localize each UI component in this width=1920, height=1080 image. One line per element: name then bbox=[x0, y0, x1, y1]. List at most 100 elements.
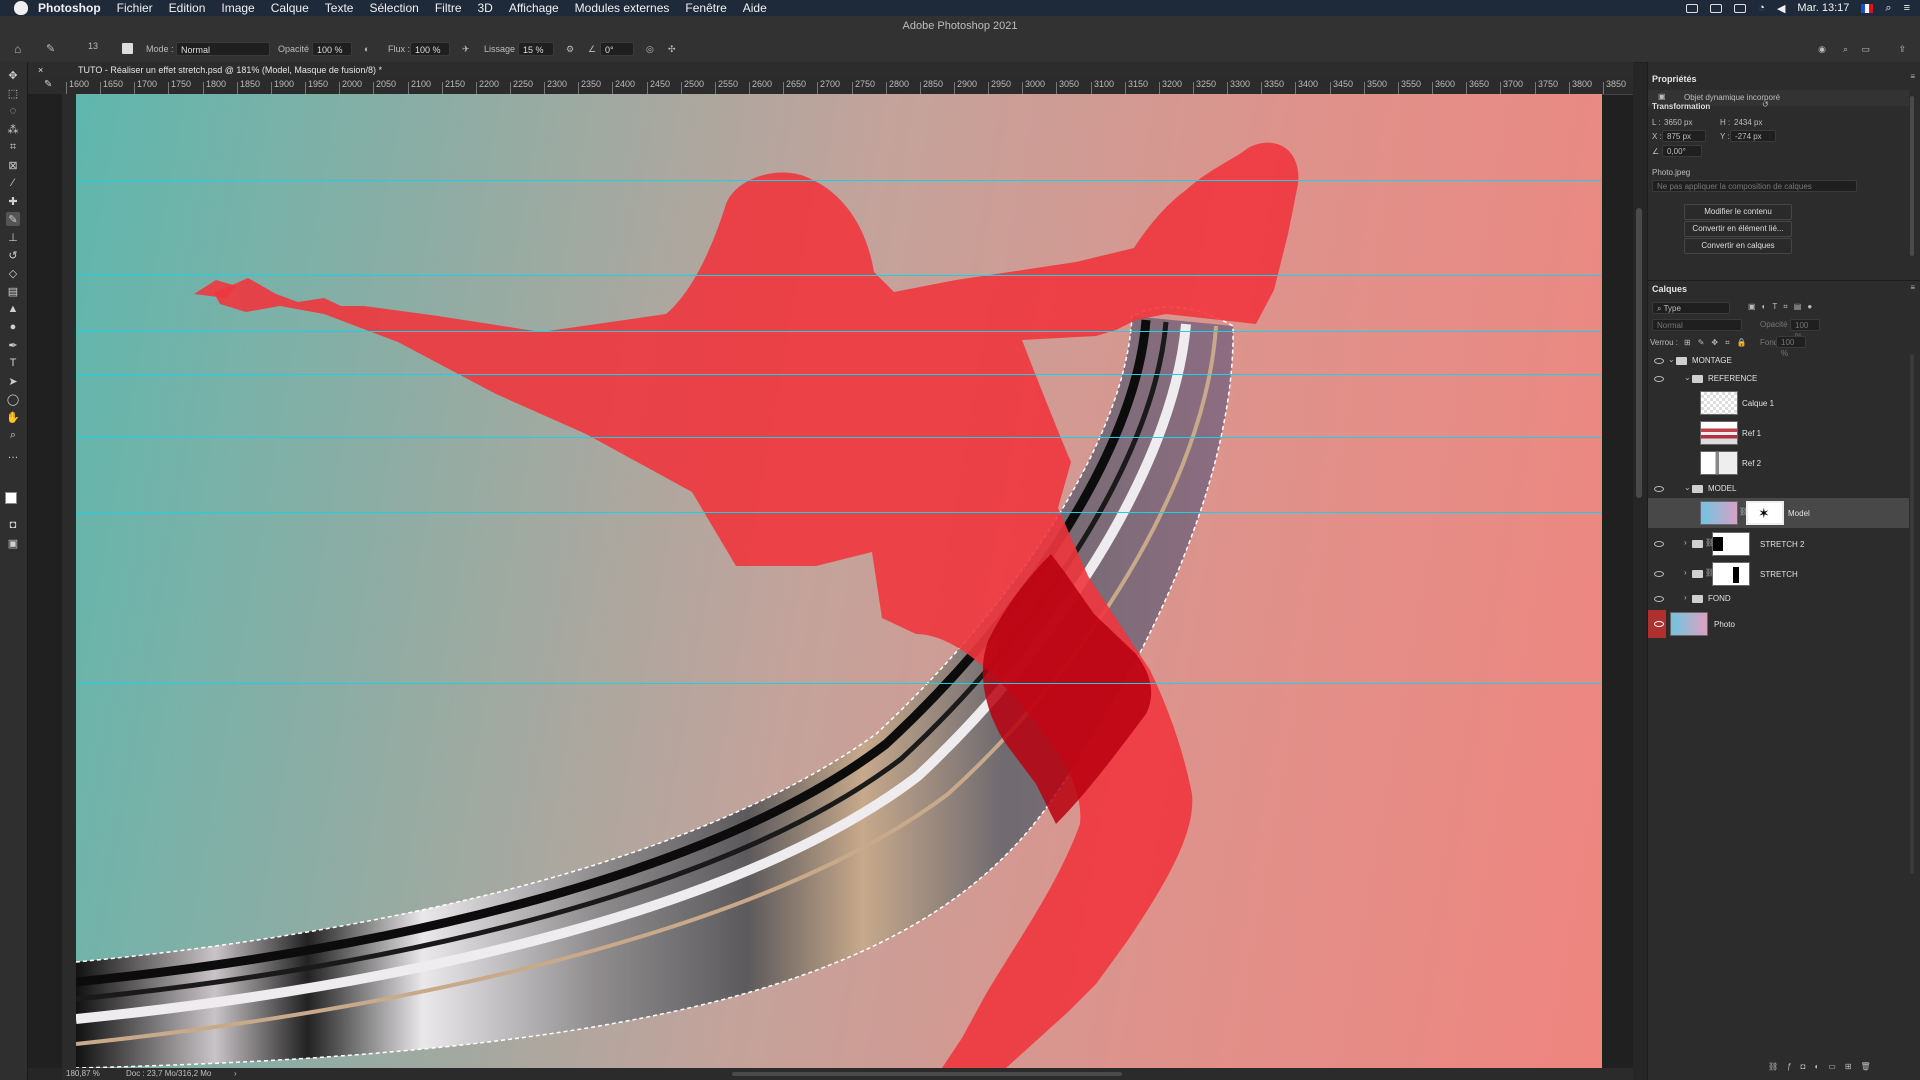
menu-image[interactable]: Image bbox=[221, 1, 254, 15]
layer-row-stretch[interactable]: › ⛓ STRETCH bbox=[1648, 560, 1909, 588]
angle-icon[interactable]: ∠ bbox=[588, 42, 596, 56]
brush-tool-icon[interactable]: ✎ bbox=[46, 42, 55, 56]
menu-fenetre[interactable]: Fenêtre bbox=[685, 1, 726, 15]
marquee-icon[interactable]: ⬚ bbox=[6, 86, 20, 100]
brush-panel-icon[interactable] bbox=[122, 43, 133, 54]
reset-transform-icon[interactable]: ↺ bbox=[1762, 100, 1769, 109]
quick-select-icon[interactable]: ⁂ bbox=[6, 122, 20, 136]
layer-filter-icons[interactable]: ▣◐T⌗▤● bbox=[1748, 302, 1818, 312]
visibility-eye-icon[interactable] bbox=[1654, 621, 1664, 627]
blend-mode-select[interactable]: Normal bbox=[1652, 319, 1742, 331]
smoothing-field[interactable]: 15 % bbox=[518, 42, 554, 56]
group-mask-thumbnail[interactable] bbox=[1712, 532, 1750, 556]
sync-icon[interactable] bbox=[1710, 3, 1723, 13]
control-center-icon[interactable]: ≡ bbox=[1904, 2, 1910, 14]
frame-icon[interactable]: ⊠ bbox=[6, 158, 20, 172]
move-icon[interactable]: ✥ bbox=[6, 68, 20, 82]
layers-scrollbar[interactable] bbox=[1910, 354, 1914, 874]
healing-icon[interactable]: ✚ bbox=[6, 194, 20, 208]
input-source-flag-icon[interactable] bbox=[1861, 3, 1874, 13]
tool-preset-icon[interactable]: ✎ bbox=[44, 79, 52, 90]
lasso-icon[interactable]: ◌ bbox=[6, 104, 20, 118]
layer-row-model-selected[interactable]: ⛓ ✶ Model bbox=[1648, 498, 1909, 528]
document-tab[interactable]: TUTO - Réaliser un effet stretch.psd @ 1… bbox=[78, 62, 382, 78]
edit-contents-button[interactable]: Modifier le contenu bbox=[1684, 204, 1792, 220]
layer-mask-thumbnail[interactable]: ✶ bbox=[1746, 501, 1784, 525]
display-icon[interactable] bbox=[1734, 3, 1747, 13]
settings-gear-icon[interactable]: ⚙ bbox=[566, 42, 574, 56]
guide-line[interactable] bbox=[76, 437, 1602, 438]
mode-select[interactable]: Normal bbox=[176, 42, 270, 56]
layer-row-ref2[interactable]: Ref 2 bbox=[1648, 448, 1909, 478]
layer-comp-select[interactable]: Ne pas appliquer la composition de calqu… bbox=[1652, 180, 1857, 192]
chevron-right-icon[interactable]: › bbox=[1684, 568, 1687, 577]
layer-row-calque1[interactable]: Calque 1 bbox=[1648, 388, 1909, 418]
status-expand-icon[interactable]: › bbox=[234, 1068, 237, 1080]
gradient-icon[interactable]: ▤ bbox=[6, 284, 20, 298]
panel-menu-icon[interactable]: ≡ bbox=[1910, 72, 1915, 81]
guide-line[interactable] bbox=[76, 275, 1602, 276]
guide-line[interactable] bbox=[76, 683, 1602, 684]
layer-row-montage[interactable]: ⌄ MONTAGE bbox=[1648, 352, 1909, 370]
angle-field[interactable]: 0° bbox=[600, 42, 634, 56]
wifi-icon[interactable]: ◔ bbox=[1758, 2, 1765, 14]
guide-line[interactable] bbox=[76, 374, 1602, 375]
visibility-eye-icon[interactable] bbox=[1654, 358, 1664, 364]
menu-aide[interactable]: Aide bbox=[743, 1, 767, 15]
layer-filter-select[interactable]: ⌕ Type bbox=[1652, 302, 1730, 314]
spotlight-icon[interactable]: ⌕ bbox=[1885, 2, 1891, 15]
brush-size-value[interactable]: 13 bbox=[88, 39, 98, 53]
angle-field[interactable]: 0,00° bbox=[1662, 145, 1702, 157]
document-canvas[interactable] bbox=[76, 94, 1602, 1068]
horizontal-scroll-thumb[interactable] bbox=[732, 1072, 1122, 1076]
screen-mode-icon[interactable]: ▣ bbox=[6, 536, 20, 550]
screen-mirror-icon[interactable] bbox=[1686, 3, 1699, 13]
visibility-eye-icon[interactable] bbox=[1654, 596, 1664, 602]
scroll-thumb[interactable] bbox=[1636, 208, 1642, 498]
height-value[interactable]: 2434 px bbox=[1734, 118, 1762, 127]
y-field[interactable]: -274 px bbox=[1730, 130, 1776, 142]
layer-row-fond[interactable]: › FOND bbox=[1648, 590, 1909, 608]
menu-edition[interactable]: Edition bbox=[169, 1, 206, 15]
symmetry-icon[interactable]: ✣ bbox=[668, 42, 676, 56]
layer-row-model-group[interactable]: ⌄ MODEL bbox=[1648, 480, 1909, 498]
menu-calque[interactable]: Calque bbox=[271, 1, 309, 15]
shape-icon[interactable]: ◯ bbox=[6, 392, 20, 406]
visibility-eye-icon[interactable] bbox=[1654, 571, 1664, 577]
width-value[interactable]: 3650 px bbox=[1664, 118, 1692, 127]
visibility-eye-icon[interactable] bbox=[1654, 541, 1664, 547]
convert-to-linked-button[interactable]: Convertir en élément lié... bbox=[1684, 221, 1792, 237]
menu-filtre[interactable]: Filtre bbox=[435, 1, 462, 15]
guide-line[interactable] bbox=[76, 331, 1602, 332]
more-icon[interactable]: … bbox=[6, 448, 20, 462]
apple-icon[interactable] bbox=[14, 1, 28, 15]
eraser-icon[interactable]: ◇ bbox=[6, 266, 20, 280]
close-tab-icon[interactable]: × bbox=[38, 62, 43, 78]
vertical-scrollbar[interactable] bbox=[1633, 78, 1645, 1068]
zoom-icon[interactable]: ⌕ bbox=[6, 428, 20, 442]
pen-icon[interactable]: ✒ bbox=[6, 338, 20, 352]
layers-title[interactable]: Calques bbox=[1652, 284, 1687, 294]
opacity-field[interactable]: 100 % bbox=[312, 42, 352, 56]
menu-selection[interactable]: Sélection bbox=[369, 1, 418, 15]
lock-icons[interactable]: ⊞✎✥⌗🔒 bbox=[1684, 338, 1754, 348]
flow-field[interactable]: 100 % bbox=[410, 42, 450, 56]
chevron-right-icon[interactable]: › bbox=[1684, 538, 1687, 547]
search-icon[interactable]: ⌕ bbox=[1843, 42, 1848, 56]
layers-footer-icons[interactable]: ⛓ƒ◘◐▭⊞🗑 bbox=[1768, 1062, 1880, 1071]
workspace-icon[interactable]: ▭ bbox=[1861, 42, 1870, 56]
vertical-ruler[interactable] bbox=[62, 94, 77, 1068]
home-icon[interactable]: ⌂ bbox=[14, 42, 21, 56]
chevron-down-icon[interactable]: ⌄ bbox=[1684, 483, 1691, 492]
properties-title[interactable]: Propriétés bbox=[1652, 74, 1697, 84]
layer-row-reference[interactable]: ⌄ REFERENCE bbox=[1648, 370, 1909, 388]
menu-fichier[interactable]: Fichier bbox=[117, 1, 153, 15]
chevron-right-icon[interactable]: › bbox=[1684, 593, 1687, 602]
group-mask-thumbnail[interactable] bbox=[1712, 562, 1750, 586]
menu-texte[interactable]: Texte bbox=[325, 1, 354, 15]
eyedropper-icon[interactable]: ⁄ bbox=[6, 176, 20, 190]
layer-row-ref1[interactable]: Ref 1 bbox=[1648, 418, 1909, 448]
stamp-icon[interactable]: ⊥ bbox=[6, 230, 20, 244]
share-person-icon[interactable]: ◉ bbox=[1818, 42, 1826, 56]
zoom-level[interactable]: 180,87 % bbox=[66, 1068, 100, 1080]
